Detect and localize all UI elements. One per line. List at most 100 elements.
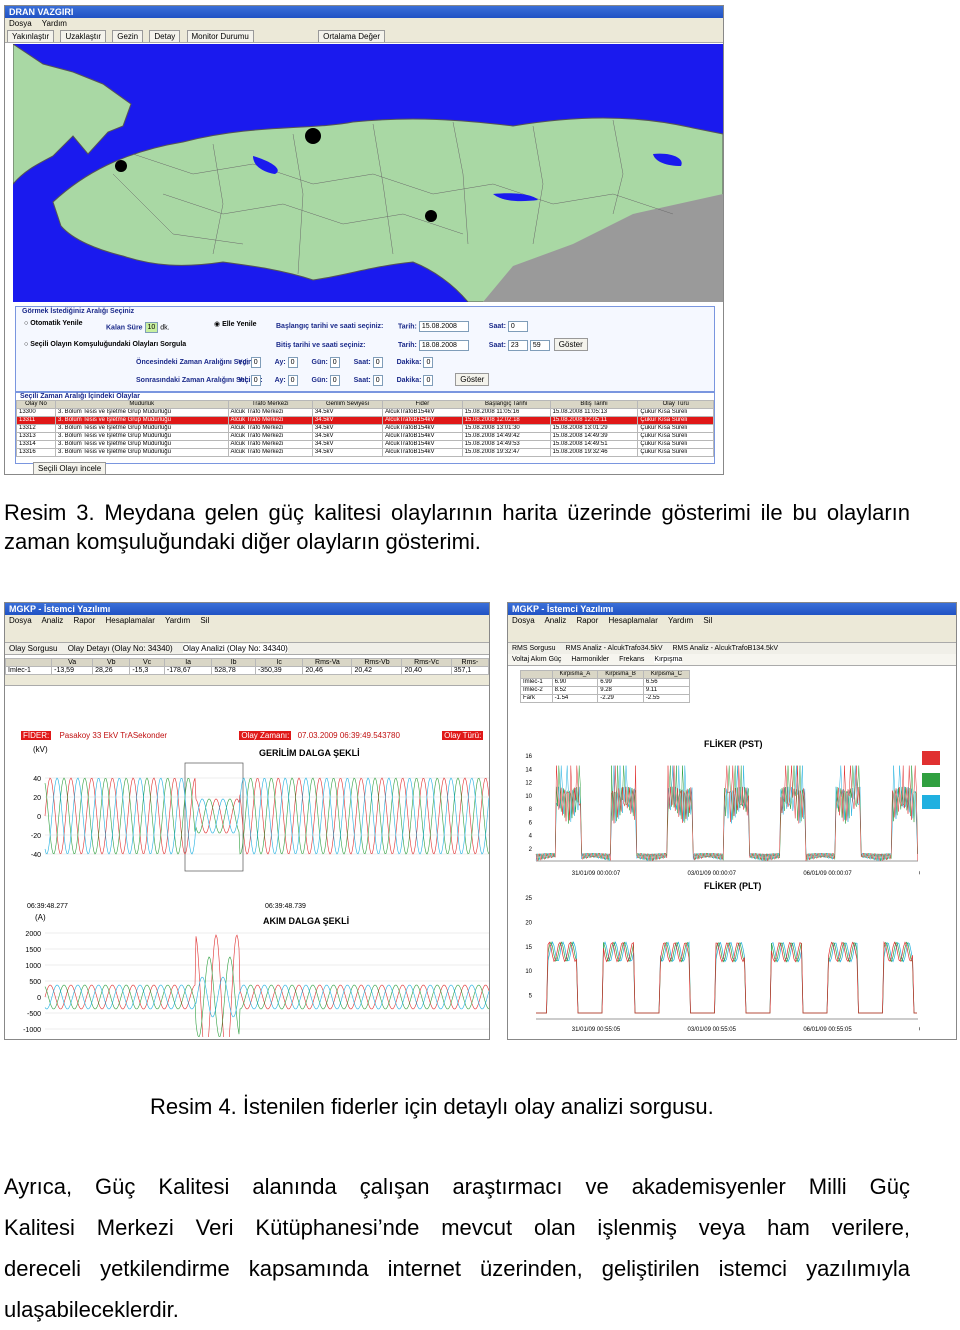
fig3-window-title: DRAN VAZGIRI bbox=[5, 6, 723, 18]
menu-rapor[interactable]: Rapor bbox=[74, 616, 96, 625]
table-cell: 3. Bölüm Tesis ve İşletme Grup Müdürlüğü bbox=[55, 416, 229, 425]
table-cell: 20,40 bbox=[401, 666, 452, 675]
neighbor-query-radio[interactable]: ○ Seçili Olayın Komşuluğundaki Olayları … bbox=[24, 341, 186, 348]
legend-swatches bbox=[922, 751, 940, 809]
table-cell: 34.5kV bbox=[311, 416, 384, 425]
column-header: Va bbox=[51, 658, 94, 667]
tick-label: 10 bbox=[525, 794, 532, 800]
column-header: Vb bbox=[92, 658, 131, 667]
event-row[interactable]: 13300 3. Bölüm Tesis ve İşletme Grup Müdü… bbox=[15, 408, 714, 417]
subtab-kirpisma[interactable]: Kırpışma bbox=[654, 656, 683, 663]
event-row[interactable]: 13313 3. Bölüm Tesis ve İşletme Grup Müdü… bbox=[15, 432, 714, 441]
table-cell: 15.08.2008 11:05:16 bbox=[461, 408, 551, 417]
table-cell: 15.08.2008 11:05:13 bbox=[549, 408, 639, 417]
table-cell: -15,3 bbox=[129, 666, 165, 675]
horizontal-scrollbar[interactable] bbox=[5, 675, 489, 686]
menu-sil[interactable]: Sil bbox=[200, 616, 209, 625]
events-table: Olay No Müdürlük Trafo Merkezi Gerilim Sevi… bbox=[15, 400, 714, 457]
voltage-waveform-title: GERİLİM DALGA ŞEKLİ bbox=[259, 748, 360, 758]
table-cell: 15.08.2008 14:49:42 bbox=[461, 432, 551, 441]
table-cell: -2.55 bbox=[642, 694, 691, 703]
detail-button[interactable]: Detay bbox=[149, 30, 181, 42]
tab-rms-sorgusu[interactable]: RMS Sorgusu bbox=[512, 645, 556, 652]
menu-yardim[interactable]: Yardım bbox=[165, 616, 190, 625]
show-neighbor-button[interactable]: Göster bbox=[455, 373, 490, 386]
event-row[interactable]: 13314 3. Bölüm Tesis ve İşletme Grup Müdü… bbox=[15, 440, 714, 449]
event-row[interactable]: 13312 3. Bölüm Tesis ve İşletme Grup Müdü… bbox=[15, 424, 714, 433]
menu-yardim[interactable]: Yardım bbox=[668, 616, 693, 625]
fig3-menubar: Dosya Yardım bbox=[5, 18, 723, 29]
menu-analiz[interactable]: Analiz bbox=[544, 616, 566, 625]
table-cell: -13,59 bbox=[51, 666, 94, 675]
table-cell: -2.29 bbox=[597, 694, 644, 703]
subtab-frekans[interactable]: Frekans bbox=[619, 656, 644, 663]
date-label: 06/01/09 00:00:07 bbox=[803, 871, 852, 877]
table-cell: Alcuk Trafo Merkezi bbox=[227, 448, 313, 457]
table-cell: 528,78 bbox=[211, 666, 256, 675]
date-label: 31/01/09 00:00:07 bbox=[572, 871, 621, 877]
tick-label: 20 bbox=[525, 920, 532, 926]
menu-dosya[interactable]: Dosya bbox=[9, 19, 32, 28]
menu-yardim[interactable]: Yardım bbox=[42, 19, 67, 28]
table-cell: 13300 bbox=[15, 408, 57, 417]
table-cell: 13312 bbox=[15, 424, 57, 433]
column-header bbox=[5, 658, 53, 667]
start-hour-field[interactable]: 0 bbox=[507, 321, 528, 332]
menu-rapor[interactable]: Rapor bbox=[577, 616, 599, 625]
column-header: Rms-Vc bbox=[401, 658, 452, 667]
current-waveform-chart: 2000 1500 1000 500 0 -500 -1000 bbox=[23, 931, 489, 1037]
column-header: Başlangıç Tarihi bbox=[461, 400, 551, 409]
table-cell: Çukur Kısa Süreli bbox=[637, 424, 714, 433]
end-date-field[interactable]: 18.08.2008 bbox=[418, 339, 469, 351]
figure-4-event-analysis-screenshot: MGKP - İstemci Yazılımı Dosya Analiz Rap… bbox=[4, 602, 490, 1040]
auto-refresh-radio[interactable]: ○ Otomatik Yenile bbox=[24, 320, 83, 327]
average-value-button[interactable]: Ortalama Değer bbox=[318, 30, 386, 42]
table-cell: 3. Bölüm Tesis ve İşletme Grup Müdürlüğü bbox=[55, 440, 229, 449]
menu-dosya[interactable]: Dosya bbox=[512, 616, 535, 625]
start-date-field[interactable]: 15.08.2008 bbox=[418, 321, 469, 332]
table-cell: 6.90 bbox=[551, 678, 599, 687]
inspect-selected-event-button[interactable]: Seçili Olayı incele bbox=[33, 462, 107, 474]
tab-rms-analiz-2[interactable]: RMS Analiz - AlcukTrafoB134.5kV bbox=[673, 645, 779, 652]
tick-label: 2 bbox=[529, 847, 533, 853]
menu-analiz[interactable]: Analiz bbox=[41, 616, 63, 625]
zoom-out-button[interactable]: Uzaklaştır bbox=[60, 30, 106, 42]
column-header: Bitiş Tarihi bbox=[549, 400, 639, 409]
tick-label: 2000 bbox=[25, 931, 41, 938]
zoom-in-button[interactable]: Yakınlaştır bbox=[7, 30, 55, 42]
table-cell: -1.54 bbox=[551, 694, 599, 703]
menu-dosya[interactable]: Dosya bbox=[9, 616, 32, 625]
event-marker bbox=[305, 128, 321, 144]
table-cell: Alcuk Trafo Merkezi bbox=[227, 424, 313, 433]
column-header: Kirpisma_B bbox=[597, 670, 644, 679]
fig3-toolbar: Yakınlaştır Uzaklaştır Gezin Detay Monit… bbox=[5, 29, 723, 43]
show-button[interactable]: Göster bbox=[553, 338, 588, 351]
menu-hesaplamalar[interactable]: Hesaplamalar bbox=[609, 616, 658, 625]
monitor-status-button[interactable]: Monitor Durumu bbox=[186, 30, 254, 42]
manual-refresh-radio[interactable]: ◉ Elle Yenile bbox=[214, 320, 257, 328]
tab-olay-detayi[interactable]: Olay Detayı (Olay No: 34340) bbox=[68, 644, 173, 653]
event-row[interactable]: 13316 3. Bölüm Tesis ve İşletme Grup Müdü… bbox=[15, 448, 714, 457]
end-hour-field[interactable]: 23 bbox=[507, 339, 528, 351]
table-cell: 15.08.2008 19:32:46 bbox=[549, 448, 639, 457]
table-cell: AlcukTrafoB154kV bbox=[382, 416, 463, 425]
tab-olay-sorgusu[interactable]: Olay Sorgusu bbox=[9, 644, 57, 653]
remaining-time: Kalan Süre 10 dk. bbox=[106, 322, 170, 333]
table-row: İmlec-1 6.90 6.99 6.56 bbox=[520, 678, 691, 687]
tab-olay-analizi[interactable]: Olay Analizi (Olay No: 34340) bbox=[182, 644, 288, 653]
menu-sil[interactable]: Sil bbox=[703, 616, 712, 625]
subtab-harmonikler[interactable]: Harmonikler bbox=[571, 656, 609, 663]
after-interval-row: Sonrasındaki Zaman Aralığını Seçiniz: Yı… bbox=[136, 372, 491, 387]
row-label: İmlec-2 bbox=[520, 686, 553, 695]
menu-hesaplamalar[interactable]: Hesaplamalar bbox=[106, 616, 155, 625]
end-minute-field[interactable]: 59 bbox=[529, 339, 550, 351]
remaining-time-field[interactable]: 10 bbox=[144, 322, 159, 333]
tab-rms-analiz-1[interactable]: RMS Analiz - AlcukTrafo34.5kV bbox=[566, 645, 663, 652]
column-header: Rms- bbox=[450, 658, 489, 667]
turkey-map[interactable] bbox=[13, 44, 723, 302]
pan-button[interactable]: Gezin bbox=[112, 30, 144, 42]
table-cell: 3. Bölüm Tesis ve İşletme Grup Müdürlüğü bbox=[55, 424, 229, 433]
subtab-voltaj[interactable]: Voltaj Akım Güç bbox=[512, 656, 561, 663]
event-row[interactable]: 13311 3. Bölüm Tesis ve İşletme Grup Müdü… bbox=[15, 416, 714, 425]
table-cell: 28,26 bbox=[92, 666, 131, 675]
